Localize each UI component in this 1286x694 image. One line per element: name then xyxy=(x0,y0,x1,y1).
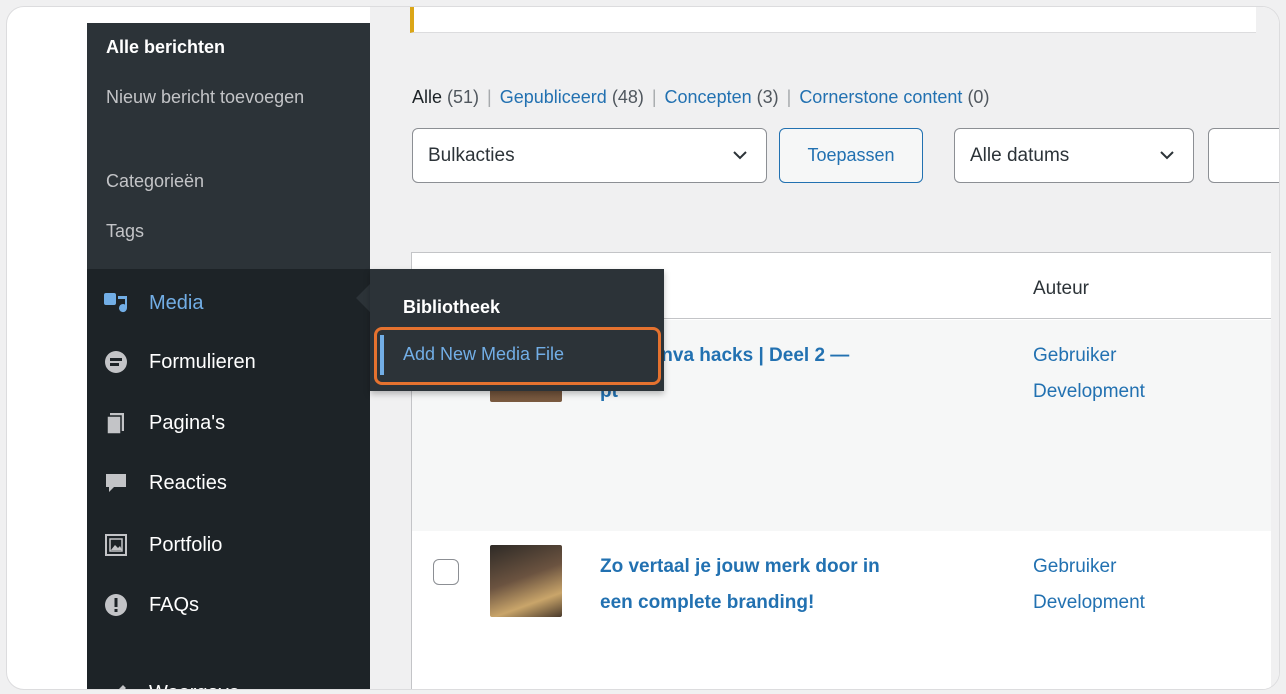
flyout-item-library[interactable]: Bibliotheek xyxy=(403,297,500,318)
sidebar-item-appearance[interactable]: Weergave xyxy=(87,667,370,690)
author-line: Development xyxy=(1033,592,1145,613)
sidebar-item-pages[interactable]: Pagina's xyxy=(87,397,370,449)
portfolio-icon xyxy=(103,532,129,558)
admin-sidebar: Alle berichten Nieuw bericht toevoegen C… xyxy=(87,23,370,690)
sidebar-item-label: FAQs xyxy=(149,593,200,616)
filter-cornerstone-count: (0) xyxy=(967,87,990,107)
appearance-icon xyxy=(103,680,129,689)
row-checkbox[interactable] xyxy=(433,559,459,585)
media-icon xyxy=(103,290,129,316)
author-line: Development xyxy=(1033,381,1145,402)
flyout-item-add-new-media[interactable]: Add New Media File xyxy=(374,327,661,385)
pages-icon xyxy=(103,410,129,436)
sidebar-item-comments[interactable]: Reacties xyxy=(87,457,370,509)
sidebar-item-media[interactable]: Media xyxy=(87,277,370,329)
sidebar-item-label: Formulieren xyxy=(149,350,256,373)
media-flyout-menu: Bibliotheek Add New Media File xyxy=(370,269,664,391)
apply-button[interactable]: Toepassen xyxy=(779,128,923,183)
forms-icon xyxy=(103,349,129,375)
submenu-item-new-post[interactable]: Nieuw bericht toevoegen xyxy=(106,85,306,110)
submenu-item-all-posts[interactable]: Alle berichten xyxy=(106,35,225,60)
submenu-item-categories[interactable]: Categorieën xyxy=(106,169,204,194)
faq-icon xyxy=(103,592,129,618)
divider: | xyxy=(651,87,657,107)
dates-value: Alle datums xyxy=(970,144,1070,166)
sidebar-item-forms[interactable]: Formulieren xyxy=(87,336,370,388)
post-title-line: Zo vertaal je jouw merk door in xyxy=(600,556,880,577)
filter-drafts-count: (3) xyxy=(756,87,779,107)
submenu-item-tags[interactable]: Tags xyxy=(106,219,144,244)
comments-icon xyxy=(103,470,129,496)
category-select[interactable] xyxy=(1208,128,1279,183)
app-window: Alle berichten Nieuw bericht toevoegen C… xyxy=(6,6,1280,690)
post-title-line: een complete branding! xyxy=(600,592,815,613)
filter-drafts[interactable]: Concepten xyxy=(665,87,752,107)
post-author-link[interactable]: Gebruiker Development xyxy=(1033,549,1145,621)
posts-submenu: Alle berichten Nieuw bericht toevoegen C… xyxy=(87,23,370,269)
flyout-item-label: Add New Media File xyxy=(403,344,565,364)
author-line: Gebruiker xyxy=(1033,345,1117,366)
chevron-down-icon xyxy=(1157,145,1177,171)
flyout-pointer xyxy=(356,284,370,312)
sidebar-item-label: Weergave xyxy=(149,682,240,690)
post-title-link[interactable]: Zo vertaal je jouw merk door in een comp… xyxy=(600,549,980,621)
notice-bar xyxy=(410,7,1256,33)
divider: | xyxy=(786,87,792,107)
column-header-author[interactable]: Auteur xyxy=(1033,278,1089,300)
author-line: Gebruiker xyxy=(1033,556,1117,577)
sidebar-item-portfolio[interactable]: Portfolio xyxy=(87,519,370,571)
bulk-actions-select[interactable]: Bulkacties xyxy=(412,128,767,183)
table-row: Zo vertaal je jouw merk door in een comp… xyxy=(412,531,1271,689)
sidebar-item-faqs[interactable]: FAQs xyxy=(87,579,370,631)
filter-all[interactable]: Alle xyxy=(412,87,442,107)
divider: | xyxy=(487,87,492,107)
sidebar-item-label: Media xyxy=(149,291,204,314)
active-indicator xyxy=(380,335,384,375)
dates-select[interactable]: Alle datums xyxy=(954,128,1194,183)
sidebar-item-label: Portfolio xyxy=(149,533,223,556)
post-thumbnail xyxy=(490,545,562,617)
filter-cornerstone[interactable]: Cornerstone content xyxy=(799,87,962,107)
chevron-down-icon xyxy=(730,145,750,171)
post-author-link[interactable]: Gebruiker Development xyxy=(1033,338,1145,410)
filter-published-count: (48) xyxy=(611,87,644,107)
filter-published[interactable]: Gepubliceerd xyxy=(500,87,607,107)
sidebar-item-label: Reacties xyxy=(149,471,227,494)
bulk-actions-value: Bulkacties xyxy=(428,144,515,166)
post-status-filters: Alle (51) | Gepubliceerd (48) | Concepten (3… xyxy=(412,87,989,108)
sidebar-item-label: Pagina's xyxy=(149,411,226,434)
filter-all-count: (51) xyxy=(447,87,480,107)
